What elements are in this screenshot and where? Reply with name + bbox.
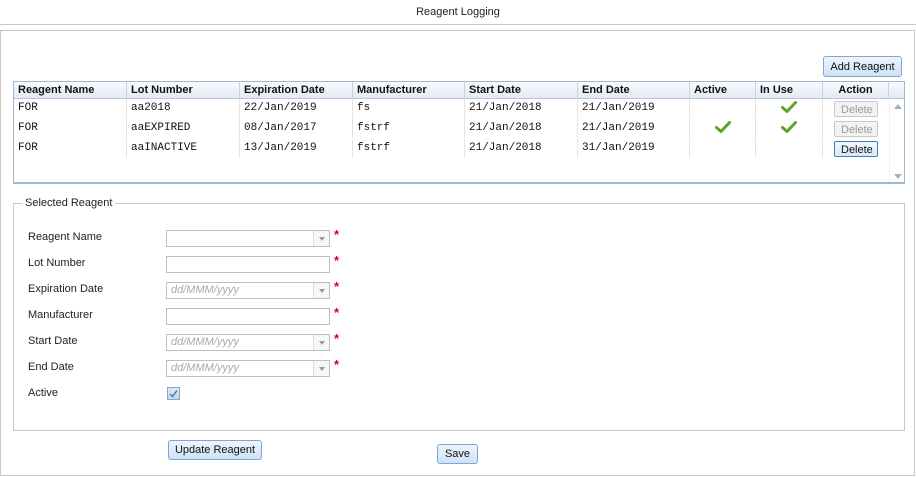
cell-action: Delete bbox=[823, 139, 890, 158]
col-reagent-name[interactable]: Reagent Name bbox=[14, 82, 127, 99]
end-date-label: End Date bbox=[28, 361, 74, 373]
delete-button: Delete bbox=[834, 121, 878, 137]
scroll-down-icon[interactable] bbox=[894, 174, 902, 179]
col-lot-number[interactable]: Lot Number bbox=[127, 82, 240, 99]
expiration-date-label: Expiration Date bbox=[28, 283, 104, 295]
checkmark-icon bbox=[781, 121, 797, 134]
cell-start-date: 21/Jan/2018 bbox=[465, 139, 578, 158]
reagent-grid: Reagent Name Lot Number Expiration Date … bbox=[13, 81, 905, 184]
required-mark: * bbox=[334, 227, 340, 242]
cell-action: Delete bbox=[823, 119, 890, 138]
cell-manufacturer: fs bbox=[353, 99, 465, 118]
delete-button[interactable]: Delete bbox=[834, 141, 878, 157]
grid-scrollbar[interactable] bbox=[889, 99, 904, 183]
grid-footer bbox=[14, 182, 904, 183]
chevron-down-icon[interactable] bbox=[319, 289, 325, 293]
table-row[interactable]: FOR aaINACTIVE 13/Jan/2019 fstrf 21/Jan/2018… bbox=[14, 139, 890, 158]
save-button[interactable]: Save bbox=[437, 444, 478, 464]
col-end-date[interactable]: End Date bbox=[578, 82, 690, 99]
selected-reagent-legend: Selected Reagent bbox=[25, 197, 113, 209]
expiration-date-picker[interactable]: dd/MMM/yyyy bbox=[166, 282, 330, 299]
cell-start-date: 21/Jan/2018 bbox=[465, 119, 578, 138]
cell-lot-number: aa2018 bbox=[127, 99, 240, 118]
start-date-label: Start Date bbox=[28, 335, 78, 347]
table-row[interactable]: FOR aaEXPIRED 08/Jan/2017 fstrf 21/Jan/2018 2… bbox=[14, 119, 890, 138]
cell-end-date: 31/Jan/2019 bbox=[578, 139, 690, 158]
cell-active bbox=[690, 99, 756, 118]
selected-reagent-group: Selected Reagent Reagent Name * Lot Numb… bbox=[13, 197, 905, 460]
lot-number-input[interactable] bbox=[166, 256, 330, 273]
cell-expiration-date: 13/Jan/2019 bbox=[240, 139, 353, 158]
cell-in-use bbox=[756, 99, 823, 118]
lot-number-label: Lot Number bbox=[28, 257, 86, 269]
required-mark: * bbox=[334, 357, 340, 372]
reagent-name-label: Reagent Name bbox=[28, 231, 102, 243]
col-expiration-date[interactable]: Expiration Date bbox=[240, 82, 353, 99]
chevron-down-icon[interactable] bbox=[319, 367, 325, 371]
required-mark: * bbox=[334, 331, 340, 346]
checkmark-icon bbox=[714, 121, 731, 134]
cell-start-date: 21/Jan/2018 bbox=[465, 99, 578, 118]
cell-reagent-name: FOR bbox=[14, 99, 127, 118]
cell-manufacturer: fstrf bbox=[353, 119, 465, 138]
reagent-panel: Add Reagent Reagent Name Lot Number Expi… bbox=[0, 30, 915, 476]
add-reagent-button[interactable]: Add Reagent bbox=[823, 56, 902, 77]
cell-expiration-date: 22/Jan/2019 bbox=[240, 99, 353, 118]
cell-end-date: 21/Jan/2019 bbox=[578, 99, 690, 118]
required-mark: * bbox=[334, 305, 340, 320]
reagent-name-select[interactable] bbox=[166, 230, 330, 247]
grid-header: Reagent Name Lot Number Expiration Date … bbox=[14, 82, 904, 99]
end-date-picker[interactable]: dd/MMM/yyyy bbox=[166, 360, 330, 377]
col-manufacturer[interactable]: Manufacturer bbox=[353, 82, 465, 99]
col-in-use[interactable]: In Use bbox=[756, 82, 823, 99]
cell-action: Delete bbox=[823, 99, 890, 118]
scroll-up-icon[interactable] bbox=[894, 104, 902, 109]
cell-lot-number: aaEXPIRED bbox=[127, 119, 240, 138]
cell-in-use bbox=[756, 139, 823, 158]
chevron-down-icon[interactable] bbox=[319, 237, 325, 241]
chevron-down-icon[interactable] bbox=[319, 341, 325, 345]
delete-button: Delete bbox=[834, 101, 878, 117]
start-date-picker[interactable]: dd/MMM/yyyy bbox=[166, 334, 330, 351]
page-title: Reagent Logging bbox=[0, 0, 916, 25]
checkmark-icon bbox=[169, 390, 178, 398]
col-start-date[interactable]: Start Date bbox=[465, 82, 578, 99]
checkmark-icon bbox=[781, 101, 797, 114]
table-row[interactable]: FOR aa2018 22/Jan/2019 fs 21/Jan/2018 21/Jan/… bbox=[14, 99, 890, 118]
cell-end-date: 21/Jan/2019 bbox=[578, 119, 690, 138]
active-checkbox[interactable] bbox=[167, 387, 180, 400]
cell-in-use bbox=[756, 119, 823, 138]
cell-reagent-name: FOR bbox=[14, 119, 127, 138]
cell-active bbox=[690, 119, 756, 138]
update-reagent-button[interactable]: Update Reagent bbox=[168, 440, 262, 460]
required-mark: * bbox=[334, 253, 340, 268]
manufacturer-label: Manufacturer bbox=[28, 309, 93, 321]
cell-expiration-date: 08/Jan/2017 bbox=[240, 119, 353, 138]
cell-reagent-name: FOR bbox=[14, 139, 127, 158]
col-active[interactable]: Active bbox=[690, 82, 756, 99]
cell-lot-number: aaINACTIVE bbox=[127, 139, 240, 158]
cell-active bbox=[690, 139, 756, 158]
manufacturer-input[interactable] bbox=[166, 308, 330, 325]
required-mark: * bbox=[334, 279, 340, 294]
cell-manufacturer: fstrf bbox=[353, 139, 465, 158]
col-action: Action bbox=[823, 82, 889, 99]
active-label: Active bbox=[28, 387, 58, 399]
